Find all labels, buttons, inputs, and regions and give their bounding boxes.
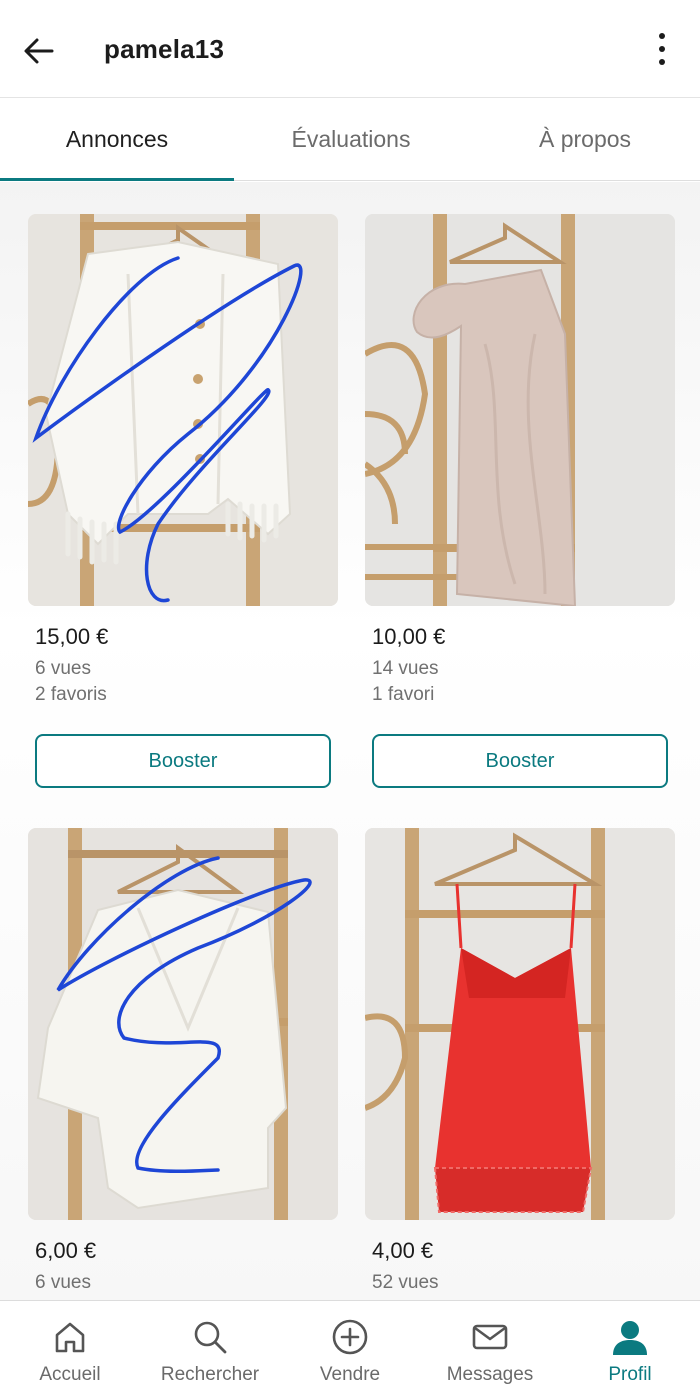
nav-label: Rechercher bbox=[160, 1364, 260, 1385]
listing-price: 10,00 € bbox=[372, 624, 446, 649]
more-vertical-icon bbox=[659, 33, 665, 39]
nav-label: Profil bbox=[608, 1364, 652, 1385]
listing-price: 6,00 € bbox=[35, 1238, 97, 1263]
nav-profil[interactable]: Profil bbox=[560, 1301, 700, 1387]
back-button[interactable] bbox=[18, 30, 60, 72]
listing-card[interactable]: 4,00 € 52 vues bbox=[365, 828, 675, 1300]
nav-rechercher[interactable]: Rechercher bbox=[140, 1301, 280, 1387]
booster-button[interactable]: Booster bbox=[372, 734, 668, 788]
listing-favorites: 1 favori bbox=[372, 684, 435, 705]
listing-views: 14 vues bbox=[372, 658, 439, 679]
tab-evaluations[interactable]: Évaluations bbox=[234, 98, 468, 181]
nav-vendre[interactable]: Vendre bbox=[280, 1301, 420, 1387]
listings-grid: 15,00 € 6 vues 2 favoris Booster 10,00 €… bbox=[0, 182, 700, 1300]
booster-button[interactable]: Booster bbox=[35, 734, 331, 788]
listing-price: 15,00 € bbox=[35, 624, 109, 649]
nav-messages[interactable]: Messages bbox=[420, 1301, 560, 1387]
profile-icon bbox=[613, 1321, 647, 1355]
listing-views: 6 vues bbox=[35, 1272, 91, 1293]
listing-price: 4,00 € bbox=[372, 1238, 434, 1263]
listing-photo-cardigan[interactable] bbox=[28, 214, 338, 606]
listing-photo-dress[interactable] bbox=[365, 214, 675, 606]
listing-photo-blouse[interactable] bbox=[28, 828, 338, 1220]
listing-card[interactable]: 6,00 € 6 vues bbox=[28, 828, 338, 1300]
profile-username: pamela13 bbox=[104, 34, 225, 64]
tab-a-propos[interactable]: À propos bbox=[468, 98, 700, 181]
arrow-left-icon bbox=[24, 38, 54, 64]
plus-circle-icon bbox=[332, 1319, 368, 1355]
search-icon bbox=[194, 1321, 227, 1354]
tab-annonces[interactable]: Annonces bbox=[0, 98, 234, 181]
more-options-button[interactable] bbox=[646, 28, 678, 70]
listing-views: 6 vues bbox=[35, 658, 91, 679]
listing-card[interactable]: 10,00 € 14 vues 1 favori Booster bbox=[365, 214, 675, 794]
nav-label: Vendre bbox=[319, 1364, 381, 1385]
listing-favorites: 2 favoris bbox=[35, 684, 107, 705]
profile-tabs: Annonces Évaluations À propos bbox=[0, 98, 700, 181]
home-icon bbox=[55, 1322, 85, 1353]
top-app-bar: pamela13 bbox=[0, 0, 700, 98]
listing-photo-red-dress[interactable] bbox=[365, 828, 675, 1220]
listing-card[interactable]: 15,00 € 6 vues 2 favoris Booster bbox=[28, 214, 338, 794]
nav-accueil[interactable]: Accueil bbox=[0, 1301, 140, 1387]
mail-icon bbox=[472, 1324, 508, 1350]
nav-label: Messages bbox=[446, 1364, 534, 1385]
bottom-navigation: Accueil Rechercher Vendre Messages Profi… bbox=[0, 1300, 700, 1387]
nav-label: Accueil bbox=[39, 1364, 101, 1385]
active-tab-indicator bbox=[0, 178, 234, 181]
listing-views: 52 vues bbox=[372, 1272, 439, 1293]
